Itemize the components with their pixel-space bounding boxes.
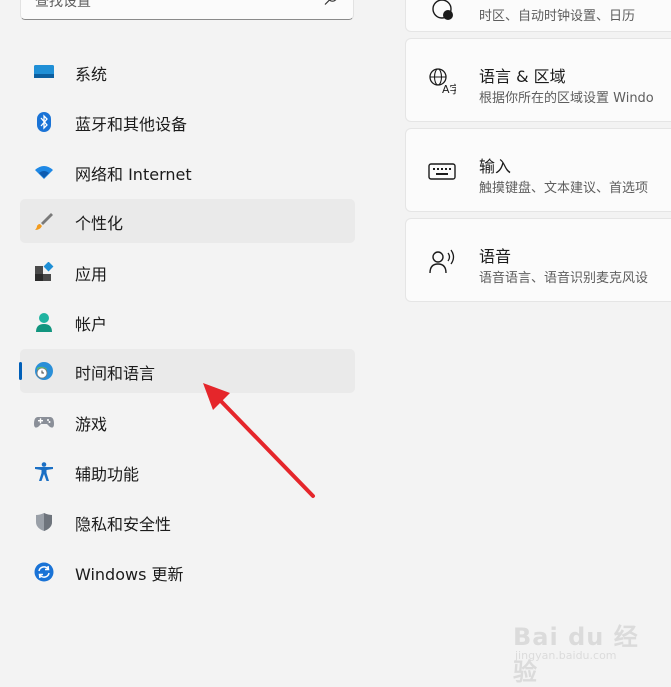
baidu-watermark: Bai du 经验 jingyan.baidu.com [513, 603, 643, 686]
sidebar-item-label: 系统 [75, 65, 108, 84]
sidebar-item-bluetooth[interactable]: 蓝牙和其他设备 [20, 100, 355, 144]
bluetooth-icon [37, 112, 51, 132]
speech-icon [429, 249, 455, 274]
sidebar-item-apps[interactable]: 应用 [20, 250, 355, 294]
sidebar-item-label: 时间和语言 [75, 364, 156, 383]
shield-icon [36, 513, 52, 531]
card-language-region[interactable]: A字 语言 & 区域 根据你所在的区域设置 Windo [405, 38, 671, 122]
apps-icon [35, 262, 54, 281]
search-input[interactable]: 查找设置 [20, 0, 354, 20]
sidebar-item-personalization[interactable]: 个性化 [20, 199, 355, 243]
sidebar-item-time-language[interactable]: 时间和语言 [19, 349, 355, 393]
brush-icon [35, 213, 53, 230]
clock-icon [432, 0, 453, 20]
accessibility-icon [35, 462, 53, 481]
sidebar-item-label: 游戏 [75, 415, 108, 434]
account-icon [36, 313, 52, 332]
sidebar-item-privacy[interactable]: 隐私和安全性 [20, 500, 355, 544]
sidebar-item-accounts[interactable]: 帐户 [20, 300, 355, 344]
sidebar-item-label: 帐户 [75, 315, 108, 334]
card-speech[interactable]: 语音 语音语言、语音识别麦克风设 [405, 218, 671, 302]
card-subtitle: 时区、自动时钟设置、日历 [479, 9, 636, 24]
sidebar-item-label: 个性化 [75, 214, 124, 233]
card-date-time[interactable]: 时区、自动时钟设置、日历 [405, 0, 671, 32]
card-subtitle: 语音语言、语音识别麦克风设 [479, 271, 649, 286]
watermark-url: jingyan.baidu.com [515, 649, 617, 662]
sidebar-item-label: 应用 [75, 265, 108, 284]
update-icon [34, 562, 54, 582]
selection-indicator [19, 362, 22, 380]
sidebar-item-windows-update[interactable]: Windows 更新 [20, 550, 355, 594]
sidebar-item-label: 网络和 Internet [75, 165, 192, 184]
globe-clock-icon [35, 362, 53, 380]
card-title: 输入 [479, 157, 512, 176]
system-display-icon [34, 65, 54, 78]
wifi-icon [35, 166, 53, 179]
sidebar-item-label: Windows 更新 [75, 565, 184, 584]
language-icon: A字 [429, 68, 456, 95]
card-subtitle: 根据你所在的区域设置 Windo [479, 91, 654, 106]
card-typing[interactable]: 输入 触摸键盘、文本建议、首选项 [405, 128, 671, 212]
search-placeholder: 查找设置 [35, 0, 91, 10]
gamepad-icon [34, 417, 54, 428]
keyboard-icon [428, 163, 456, 180]
sidebar-item-system[interactable]: 系统 [20, 50, 355, 94]
svg-text:A字: A字 [442, 82, 456, 95]
sidebar-item-label: 蓝牙和其他设备 [75, 115, 188, 134]
sidebar-item-label: 辅助功能 [75, 465, 140, 484]
sidebar-item-label: 隐私和安全性 [75, 515, 172, 534]
search-icon[interactable] [323, 0, 339, 7]
sidebar-item-accessibility[interactable]: 辅助功能 [20, 450, 355, 494]
sidebar-item-gaming[interactable]: 游戏 [20, 400, 355, 444]
card-subtitle: 触摸键盘、文本建议、首选项 [479, 181, 649, 196]
sidebar-item-network[interactable]: 网络和 Internet [20, 150, 355, 194]
card-title: 语音 [479, 247, 512, 266]
card-title: 语言 & 区域 [479, 67, 566, 86]
